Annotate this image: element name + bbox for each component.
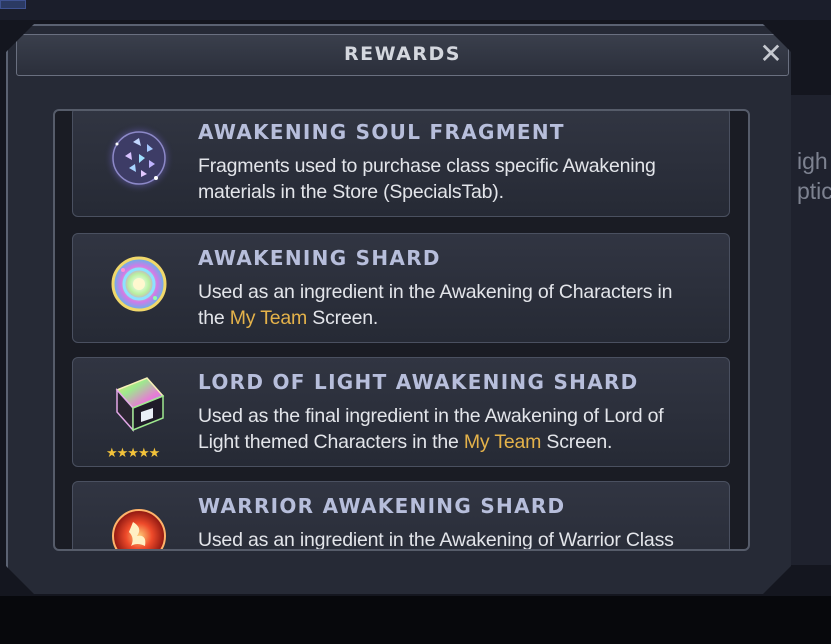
background-text-2: ptic: [797, 178, 831, 204]
modal-header: REWARDS ✕: [16, 34, 789, 76]
rewards-modal: REWARDS ✕ AWAKENING SOUL FRAGMENT Fragme…: [6, 24, 791, 594]
reward-description: Fragments used to purchase class specifi…: [198, 155, 656, 203]
reward-card: AWAKENING SOUL FRAGMENT Fragments used t…: [72, 111, 730, 217]
reward-title: AWAKENING SOUL FRAGMENT: [198, 120, 565, 144]
rewards-list[interactable]: AWAKENING SOUL FRAGMENT Fragments used t…: [53, 109, 750, 551]
lord-of-light-shard-icon: [115, 377, 165, 432]
soul-fragment-icon: [103, 122, 175, 194]
reward-description: Used as the final ingredient in the Awak…: [198, 405, 664, 453]
reward-description: Used as an ingredient in the Awakening o…: [198, 529, 674, 549]
reward-card: WARRIOR AWAKENING SHARD Used as an ingre…: [72, 481, 730, 549]
reward-title: LORD OF LIGHT AWAKENING SHARD: [198, 370, 639, 394]
rarity-stars: ★★★★★: [106, 446, 160, 461]
reward-title: AWAKENING SHARD: [198, 246, 441, 270]
reward-title: WARRIOR AWAKENING SHARD: [198, 494, 566, 518]
reward-description: Used as an ingredient in the Awakening o…: [198, 281, 673, 329]
close-icon[interactable]: ✕: [757, 39, 785, 69]
reward-card: ★★★★★ LORD OF LIGHT AWAKENING SHARD Used…: [72, 357, 730, 467]
my-team-highlight: My Team: [463, 431, 542, 453]
reward-card: AWAKENING SHARD Used as an ingredient in…: [72, 233, 730, 343]
awakening-shard-icon: [111, 256, 167, 312]
background-bottom: [0, 596, 831, 644]
background-top-bar: [0, 0, 831, 20]
background-corner-tab: [0, 0, 26, 9]
my-team-highlight: My Team: [229, 307, 308, 329]
background-text-1: igh: [797, 148, 828, 174]
modal-title: REWARDS: [343, 43, 461, 65]
warrior-shard-icon: [112, 509, 166, 549]
